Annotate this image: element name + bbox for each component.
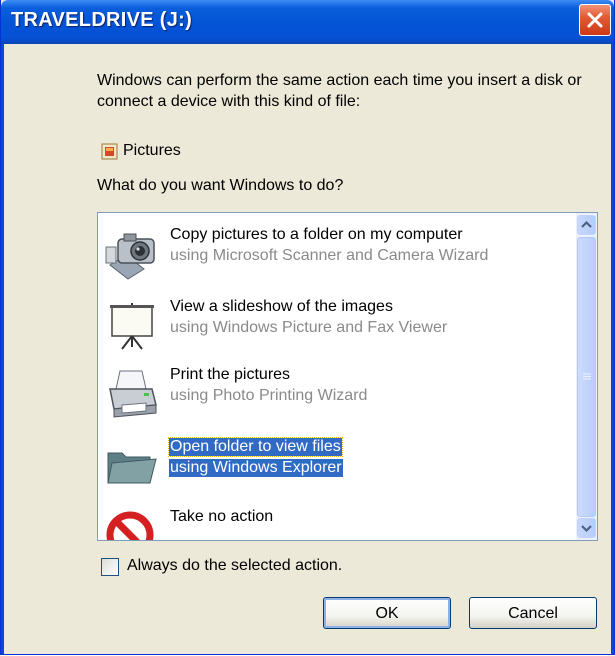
pictures-icon — [101, 143, 118, 160]
chevron-down-icon — [581, 525, 592, 533]
item-title: View a slideshow of the images — [170, 298, 393, 315]
no-action-icon — [106, 511, 154, 540]
list-scrollbar[interactable] — [576, 213, 597, 540]
window-frame-left — [1, 44, 4, 654]
chevron-up-icon — [581, 220, 592, 228]
question-text: What do you want Windows to do? — [97, 177, 344, 194]
autoplay-dialog: TRAVELDRIVE (J:) Windows can perform the… — [0, 0, 615, 655]
item-subtitle: using Microsoft Scanner and Camera Wizar… — [170, 247, 489, 264]
item-subtitle: using Windows Explorer — [169, 459, 343, 477]
close-button[interactable] — [579, 4, 611, 36]
scroll-thumb[interactable] — [577, 237, 596, 517]
content-type-label: Pictures — [123, 142, 181, 159]
scroll-up-button[interactable] — [577, 215, 596, 235]
camera-icon — [105, 233, 155, 280]
always-do-label[interactable]: Always do the selected action. — [127, 557, 342, 575]
window-title: TRAVELDRIVE (J:) — [11, 9, 193, 31]
window-frame-right — [611, 44, 614, 654]
scroll-grip-icon — [583, 373, 591, 380]
close-icon — [587, 12, 603, 28]
ok-button[interactable]: OK — [323, 597, 451, 629]
list-item-open-folder[interactable]: Open folder to view files using Windows … — [102, 433, 564, 497]
slideshow-screen-icon — [110, 303, 154, 350]
item-title: Open folder to view files — [168, 437, 343, 457]
item-title: Print the pictures — [170, 366, 291, 383]
folder-icon — [107, 452, 157, 484]
list-item-slideshow[interactable]: View a slideshow of the images using Win… — [102, 293, 564, 357]
scroll-down-button[interactable] — [577, 518, 596, 538]
item-subtitle: using Windows Picture and Fax Viewer — [170, 319, 448, 336]
list-item-take-no-action[interactable]: Take no action — [102, 503, 564, 540]
list-item-copy-pictures[interactable]: Copy pictures to a folder on my computer… — [102, 221, 564, 285]
cancel-button[interactable]: Cancel — [469, 597, 597, 629]
title-bar[interactable]: TRAVELDRIVE (J:) — [1, 0, 614, 44]
list-item-print[interactable]: Print the pictures using Photo Printing … — [102, 361, 564, 425]
always-do-checkbox[interactable] — [101, 558, 119, 576]
action-list[interactable]: Copy pictures to a folder on my computer… — [97, 212, 598, 541]
description-text: Windows can perform the same action each… — [97, 72, 582, 110]
item-title: Copy pictures to a folder on my computer — [170, 226, 463, 243]
item-title: Take no action — [170, 508, 274, 525]
printer-icon — [109, 370, 157, 418]
item-subtitle: using Photo Printing Wizard — [170, 387, 368, 404]
